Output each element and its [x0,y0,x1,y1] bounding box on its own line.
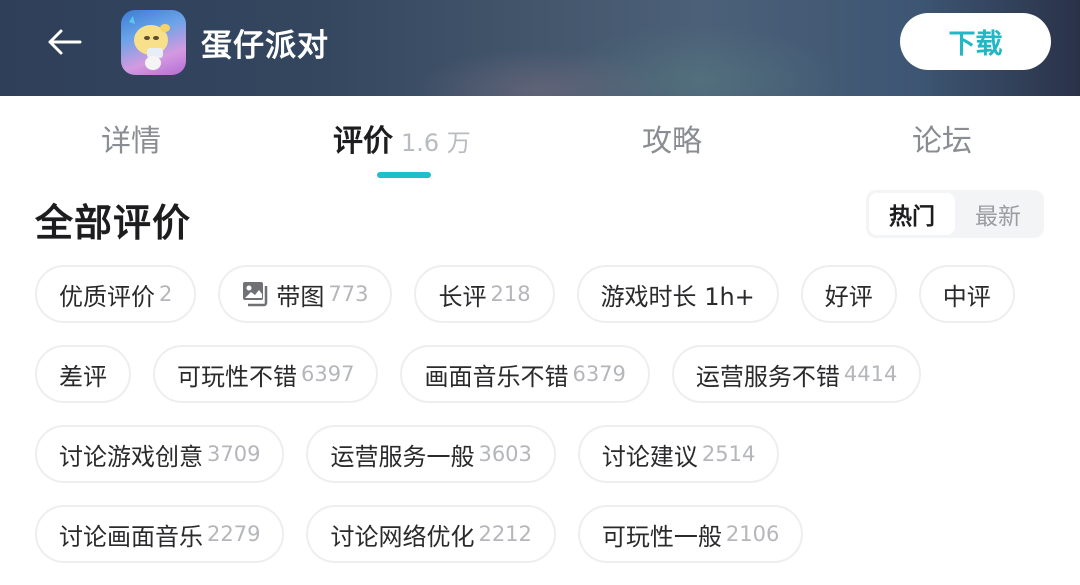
chip-label: 讨论建议 [601,442,698,471]
sort-toggle: 热门 最新 [866,190,1044,238]
filter-chip[interactable]: 运营服务不错 4414 [671,345,922,403]
chip-row: 优质评价 2 带图 773 长评 218 游戏时长 1h+ 好评 中评 [35,265,1055,323]
active-tab-indicator [377,172,431,178]
chip-label: 优质评价 [59,282,155,311]
chip-label: 讨论游戏创意 [59,442,203,471]
chip-count: 3709 [207,442,261,466]
filter-chip[interactable]: 可玩性不错 6397 [153,345,379,403]
chip-label: 游戏时长 1h+ [600,282,755,311]
app-title: 蛋仔派对 [201,28,329,64]
chip-label: 可玩性不错 [177,362,297,391]
chip-count: 3603 [478,442,532,466]
sort-latest-button[interactable]: 最新 [955,193,1041,235]
chip-label: 中评 [942,282,991,311]
tab-forum[interactable]: 论坛 [912,116,972,160]
filter-chip-neutral[interactable]: 中评 [918,265,1015,323]
chip-label: 长评 [438,282,487,311]
chip-count: 6397 [301,362,355,386]
review-count: 1.6 万 [401,129,471,157]
chip-label: 讨论画面音乐 [59,522,203,551]
chip-count: 2106 [725,522,780,546]
chip-label: 带图 [276,282,325,311]
tab-label: 论坛 [912,124,972,159]
filter-chip-positive[interactable]: 好评 [800,265,897,323]
filter-chip[interactable]: 可玩性一般 2106 [577,505,804,563]
filter-chip-long-review[interactable]: 长评 218 [414,265,555,323]
chip-row: 讨论游戏创意 3709 运营服务一般 3603 讨论建议 2514 [35,425,1055,483]
filter-chip[interactable]: 讨论网络优化 2212 [306,505,556,563]
section-title: 全部评价 [35,201,192,245]
filter-chips: 优质评价 2 带图 773 长评 218 游戏时长 1h+ 好评 中评 差评 可… [35,265,1055,585]
tab-label: 评价 [333,124,393,159]
arrow-left-icon [48,29,82,55]
tab-details[interactable]: 详情 [101,116,161,160]
filter-chip[interactable]: 讨论游戏创意 3709 [35,425,285,483]
chip-count: 2514 [701,442,756,466]
filter-chip[interactable]: 画面音乐不错 6379 [400,345,650,403]
sort-hot-button[interactable]: 热门 [869,193,955,235]
filter-chip-with-image[interactable]: 带图 773 [218,265,393,323]
filter-chip-quality[interactable]: 优质评价 2 [35,265,197,323]
chip-count: 2279 [207,522,261,546]
chip-row: 差评 可玩性不错 6397 画面音乐不错 6379 运营服务不错 4414 [35,345,1055,403]
chip-label: 运营服务不错 [695,362,840,391]
tab-guides[interactable]: 攻略 [642,116,702,160]
chip-label: 可玩性一般 [601,522,722,551]
tab-label: 攻略 [642,124,702,159]
chip-count: 4414 [843,362,898,386]
chip-count: 218 [490,282,531,306]
filter-chip-playtime[interactable]: 游戏时长 1h+ [576,265,779,323]
chip-label: 差评 [59,362,107,391]
chip-label: 好评 [824,282,873,311]
filter-chip-negative[interactable]: 差评 [35,345,131,403]
filter-chip[interactable]: 讨论画面音乐 2279 [35,505,285,563]
chip-count: 773 [328,282,369,306]
tab-label: 详情 [101,124,161,159]
chip-label: 讨论网络优化 [330,522,475,551]
filter-chip[interactable]: 讨论建议 2514 [577,425,780,483]
tab-reviews[interactable]: 评价 1.6 万 [333,116,471,160]
chip-count: 6379 [572,362,626,386]
chip-count: 2 [159,282,173,306]
back-button[interactable] [40,22,88,62]
chip-label: 画面音乐不错 [424,362,569,391]
tab-bar: 详情 评价 1.6 万 攻略 论坛 [0,96,1080,186]
download-button[interactable]: 下载 [900,13,1051,70]
chip-count: 2212 [478,522,532,546]
chip-label: 运营服务一般 [330,442,475,471]
chip-row: 讨论画面音乐 2279 讨论网络优化 2212 可玩性一般 2106 [35,505,1055,563]
app-header: 蛋仔派对 下载 [0,0,1080,96]
app-icon [121,10,186,75]
image-icon [242,281,270,307]
filter-chip[interactable]: 运营服务一般 3603 [306,425,556,483]
